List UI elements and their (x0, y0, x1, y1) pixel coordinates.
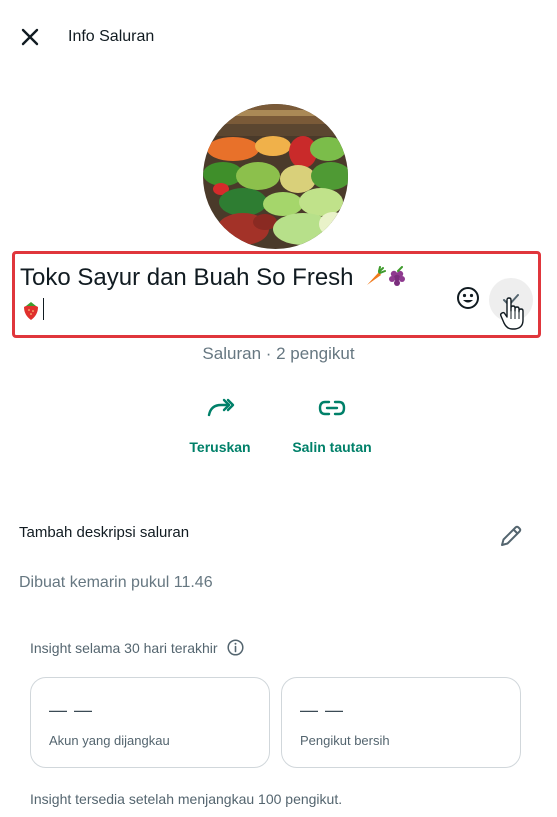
insight-card-reach: — — Akun yang dijangkau (30, 677, 270, 768)
info-icon[interactable] (227, 639, 244, 656)
created-timestamp: Dibuat kemarin pukul 11.46 (19, 574, 213, 591)
insight-card-net-followers: — — Pengikut bersih (281, 677, 521, 768)
produce-photo (203, 104, 348, 249)
channel-name-editor[interactable]: Toko Sayur dan Buah So Fresh (12, 251, 541, 338)
reach-value: — — (49, 700, 94, 720)
pencil-icon (501, 525, 522, 546)
forward-icon (207, 398, 235, 417)
header: Info Saluran (0, 0, 557, 76)
confirm-name-button[interactable] (489, 278, 533, 322)
channel-name-text: Toko Sayur dan Buah So Fresh (20, 264, 354, 291)
reach-label: Akun yang dijangkau (49, 733, 170, 748)
description-row[interactable]: Tambah deskripsi saluran (19, 520, 529, 552)
forward-button[interactable]: Teruskan (170, 393, 270, 455)
close-icon (21, 28, 39, 46)
carrot-icon (367, 266, 387, 285)
emoji-button[interactable] (454, 284, 482, 312)
copy-link-label: Salin tautan (292, 439, 372, 455)
channel-name-input[interactable]: Toko Sayur dan Buah So Fresh (20, 262, 450, 326)
link-icon (318, 400, 346, 416)
checkmark-icon (503, 294, 519, 306)
edit-description-button[interactable] (497, 522, 525, 550)
net-followers-label: Pengikut bersih (300, 733, 390, 748)
insight-note: Insight tersedia setelah menjangkau 100 … (30, 791, 343, 807)
insight-heading-text: Insight selama 30 hari terakhir (30, 640, 218, 656)
close-button[interactable] (17, 24, 43, 50)
smiley-icon (457, 287, 479, 309)
add-description-label[interactable]: Tambah deskripsi saluran (19, 524, 189, 541)
channel-avatar[interactable] (203, 104, 348, 249)
strawberry-icon (24, 302, 38, 320)
insight-heading: Insight selama 30 hari terakhir (30, 639, 244, 656)
text-caret (43, 298, 44, 320)
forward-label: Teruskan (189, 439, 251, 455)
copy-link-button[interactable]: Salin tautan (282, 393, 382, 455)
grapes-icon (389, 266, 406, 286)
net-followers-value: — — (300, 700, 345, 720)
channel-meta: Saluran · 2 pengikut (202, 344, 355, 363)
page-title: Info Saluran (68, 28, 155, 45)
